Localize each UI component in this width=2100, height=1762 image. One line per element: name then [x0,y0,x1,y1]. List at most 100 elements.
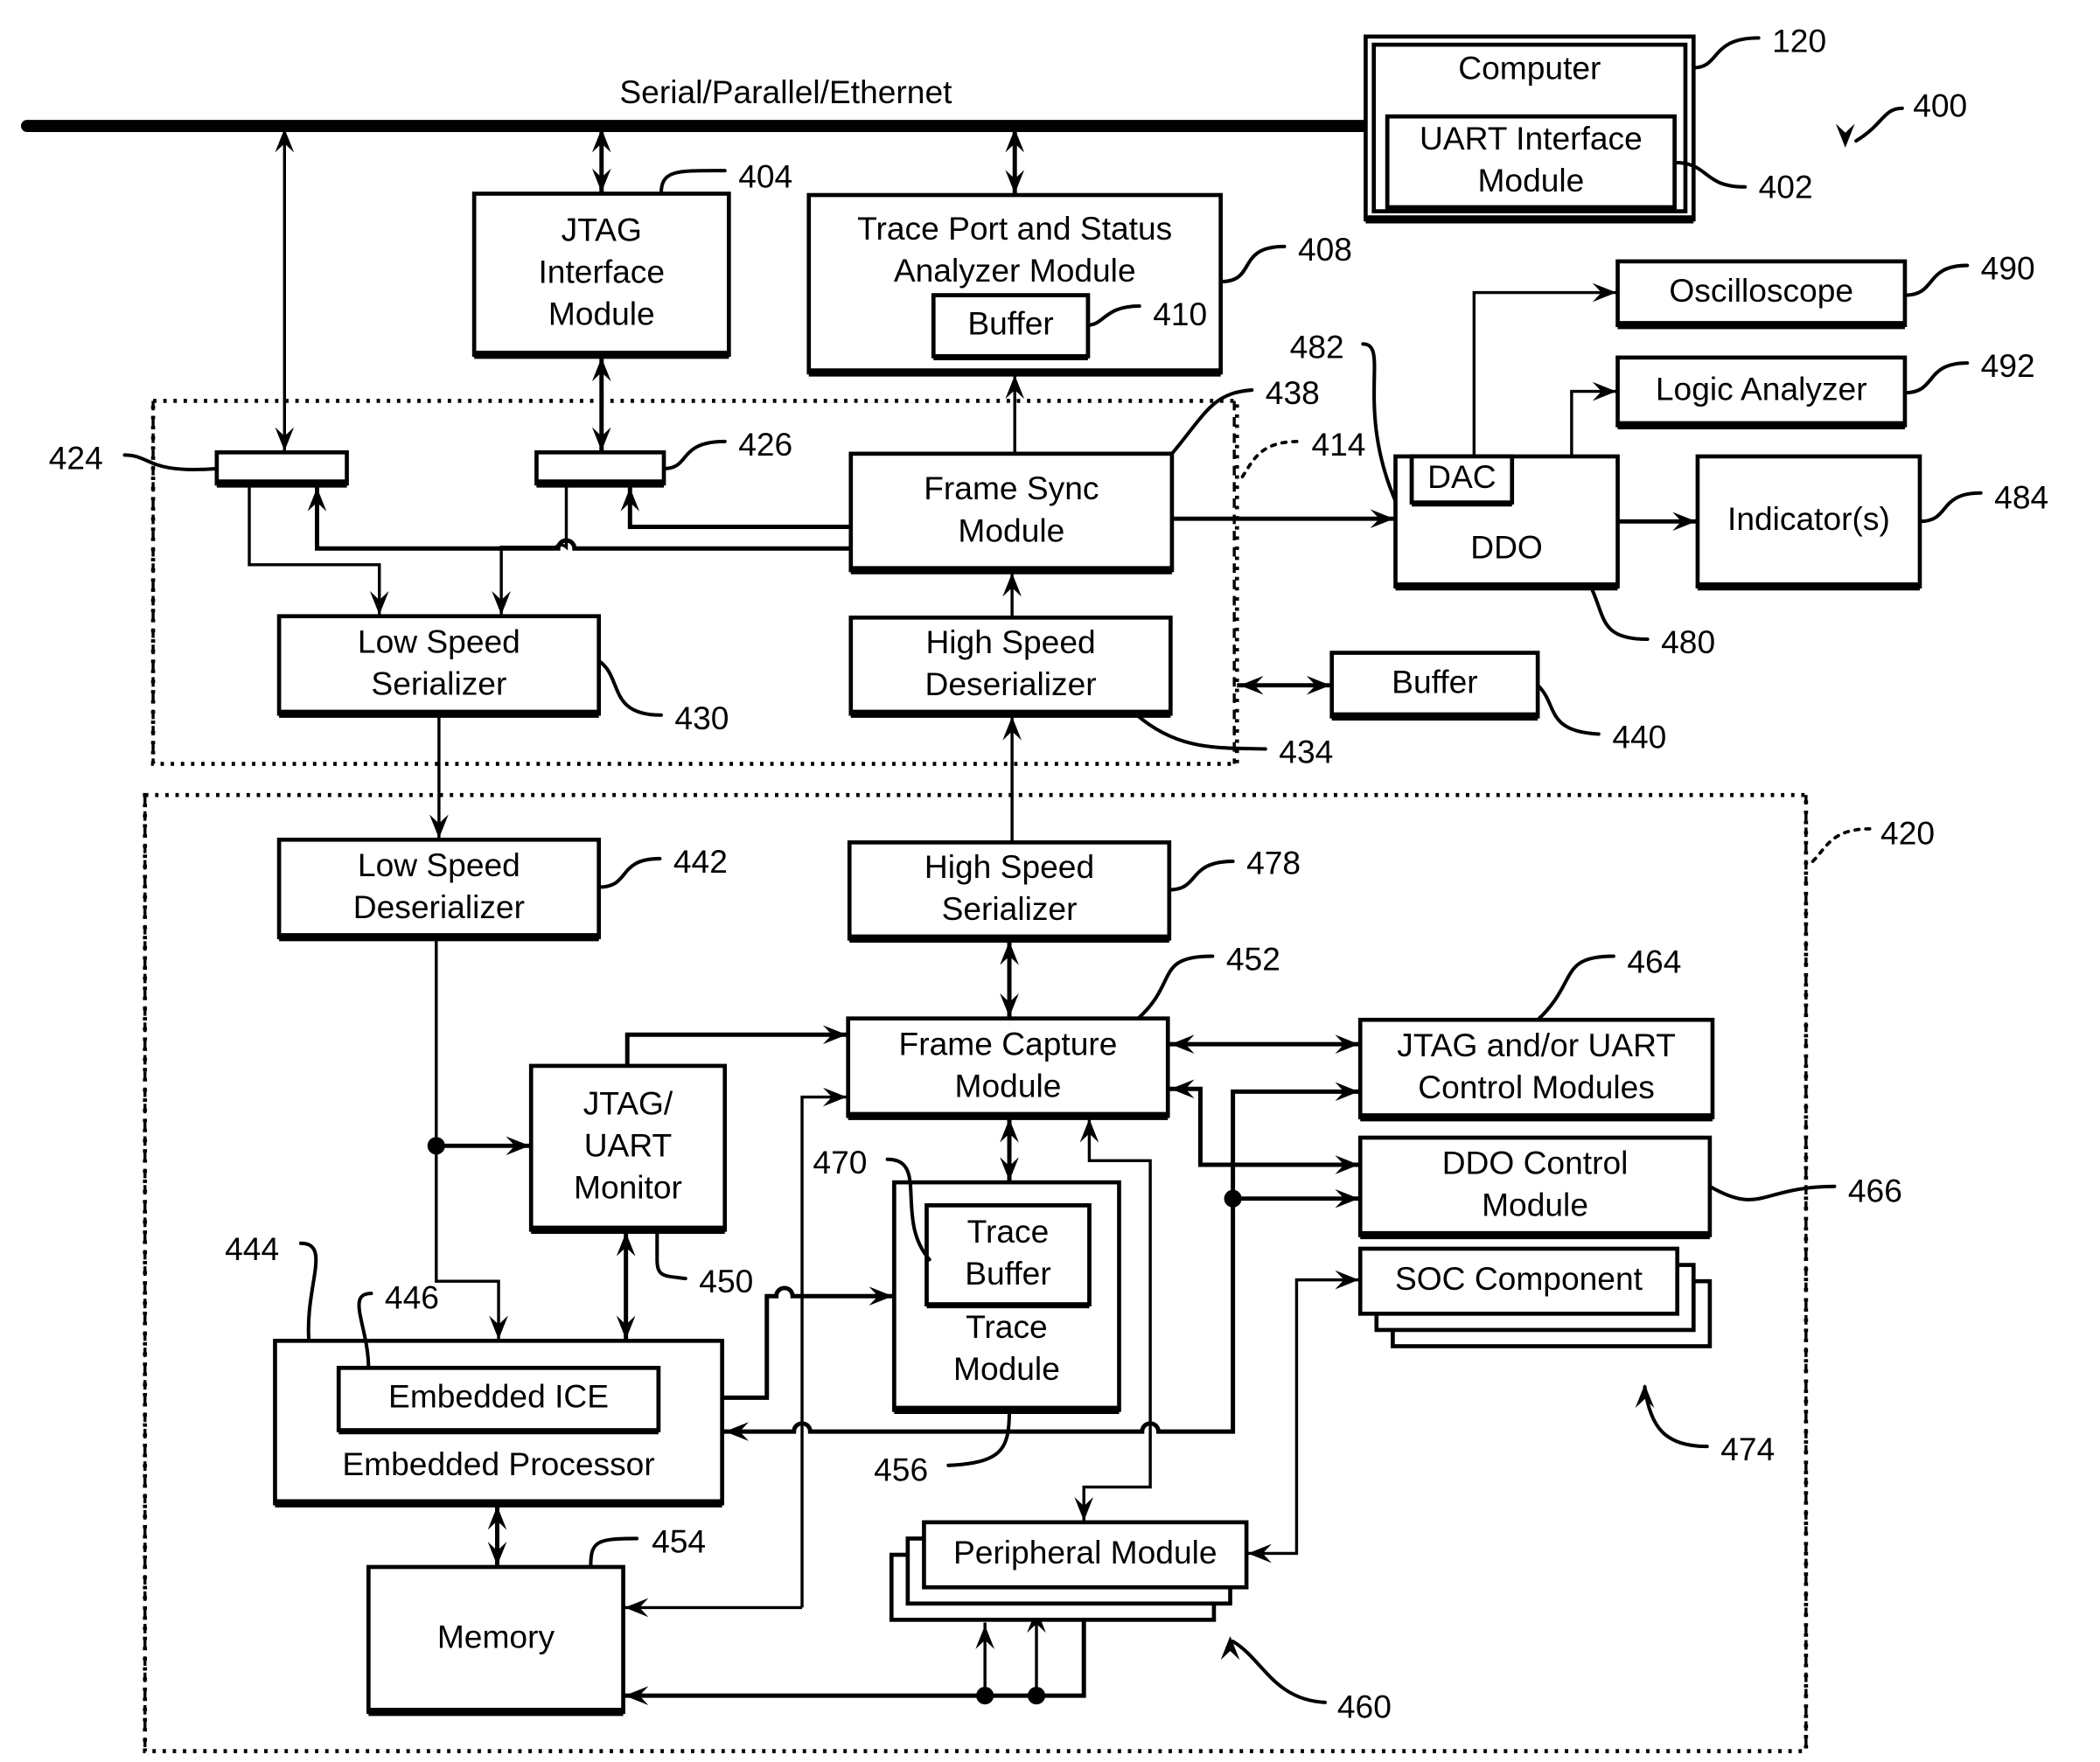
frame-capture-leader [1136,954,1215,1020]
figure-number: 400 [1913,87,1967,124]
trace-port-analyzer-label: Trace Port and Status [857,210,1172,247]
control-bus-junction-dot [1224,1189,1242,1208]
lsd-junction-dot [427,1137,445,1155]
ref-438: 438 [1266,374,1320,411]
ref-430: 430 [674,700,729,736]
peripheral-bus-junction-2 [1027,1687,1046,1705]
external-buffer-label: Buffer [1392,664,1477,700]
ref-466: 466 [1848,1172,1902,1208]
ddo-to-logic-analyzer-link [1570,389,1618,456]
low-speed-deserializer-label: Low Speed [358,846,520,883]
ddo-control-label: DDO Control [1442,1145,1629,1181]
high-speed-deserializer-label: High Speed [925,623,1095,660]
external-buffer-leader [1536,683,1601,736]
peripheral-module-leader [1231,1640,1327,1704]
frame-capture-to-ddo-control-link [1168,1086,1361,1167]
ref-480: 480 [1661,623,1715,660]
high-speed-deserializer-label: Deserializer [924,665,1096,702]
low-speed-deserializer-leader [597,856,662,889]
ref-484: 484 [1994,478,2048,515]
logic-analyzer-label: Logic Analyzer [1656,370,1867,407]
analyzer-buffer-label: Buffer [967,304,1053,341]
switch-424-leader [122,453,219,471]
oscilloscope-label: Oscilloscope [1669,272,1853,309]
computer-label: Computer [1458,49,1601,86]
region-target-region-leader [1810,827,1872,863]
dac-label: DAC [1427,458,1496,495]
ref-414: 414 [1311,426,1365,463]
system-block-diagram: Serial/Parallel/Ethernet 400 Computer UAR… [21,22,2048,1753]
ref-450: 450 [699,1263,753,1299]
switch-426-leader [662,439,727,470]
low-speed-serializer-label: Low Speed [358,623,520,659]
switch-426-box [534,449,666,486]
jtag-uart-control-label: JTAG and/or UART [1397,1027,1676,1063]
ref-474: 474 [1720,1431,1775,1467]
trace-port-analyzer-leader [1218,244,1287,284]
low-speed-serializer-label: Serializer [371,665,506,701]
jtag-interface-label: JTAG [562,211,642,247]
jtag-uart-monitor-label: Monitor [574,1168,682,1205]
peripheral-bus-junction-1 [976,1687,994,1705]
frame-capture-label: Module [955,1067,1062,1104]
embedded-processor-leader [298,1241,318,1343]
trace-module-label: Module [953,1350,1060,1387]
jtag-interface-label: Interface [538,253,665,289]
computer-leader [1692,36,1761,70]
monitor-to-frame-capture-link [624,1032,848,1066]
ref-456: 456 [874,1451,928,1487]
soc-to-peripheral-link [1246,1278,1361,1556]
ref-434: 434 [1279,734,1333,770]
frame-sync-to-switch-424-link [314,484,851,551]
high-speed-deserializer-leader [1134,712,1267,751]
uart-interface-label: UART Interface [1420,120,1643,157]
ref-410: 410 [1153,296,1207,332]
ref-402: 402 [1759,169,1813,205]
ref-482: 482 [1290,328,1344,365]
jtag-uart-monitor-leader [655,1228,687,1281]
memory-leader [589,1536,639,1569]
embedded-ice-label: Embedded ICE [388,1378,609,1415]
ref-404: 404 [738,157,792,194]
jtag-interface-label: Module [548,295,655,331]
ref-454: 454 [652,1522,706,1559]
trace-module-label: Trace [966,1308,1048,1345]
indicators-leader [1917,491,1983,524]
ref-446: 446 [385,1279,439,1316]
ref-440: 440 [1612,718,1666,755]
jtag-uart-monitor-label: JTAG/ [583,1084,673,1121]
low-speed-deserializer-label: Deserializer [353,888,525,925]
dac-to-oscilloscope-link [1472,290,1618,456]
ref-408: 408 [1298,231,1352,268]
uart-interface-label: Module [1477,162,1584,198]
trace-buffer-label: Trace [967,1213,1050,1250]
ddo-label: DDO [1470,529,1543,566]
jtag-uart-control-label: Control Modules [1418,1069,1655,1105]
figure-number-arrowhead [1835,123,1855,148]
ref-464: 464 [1627,944,1681,980]
jtag-interface-leader [659,169,727,196]
frame-sync-to-switch-426-link [627,484,851,529]
high-speed-serializer-leader [1167,860,1235,892]
peripheral-module-label: Peripheral Module [953,1534,1217,1570]
ref-452: 452 [1226,940,1280,977]
trace-module-leader [946,1408,1012,1467]
soc-component-leader [1643,1384,1709,1449]
soc-component-label: SOC Component [1395,1260,1643,1297]
ddo-leader [1588,584,1650,642]
ref-420: 420 [1880,814,1935,851]
embedded-processor-label: Embedded Processor [342,1445,654,1482]
ref-442: 442 [673,843,728,880]
ddo-control-label: Module [1482,1187,1588,1223]
ref-470: 470 [813,1144,867,1180]
frame-sync-label: Frame Sync [924,470,1099,506]
region-probe-region-leader [1240,440,1300,479]
trace-port-analyzer-label: Analyzer Module [894,252,1136,289]
ref-120: 120 [1772,22,1826,59]
ref-424: 424 [49,439,103,476]
frame-capture-label: Frame Capture [899,1025,1118,1062]
ref-492: 492 [1981,347,2035,384]
high-speed-serializer-label: High Speed [924,848,1094,885]
dac-leader [1361,342,1398,504]
lsd-to-processor-link [435,937,500,1341]
